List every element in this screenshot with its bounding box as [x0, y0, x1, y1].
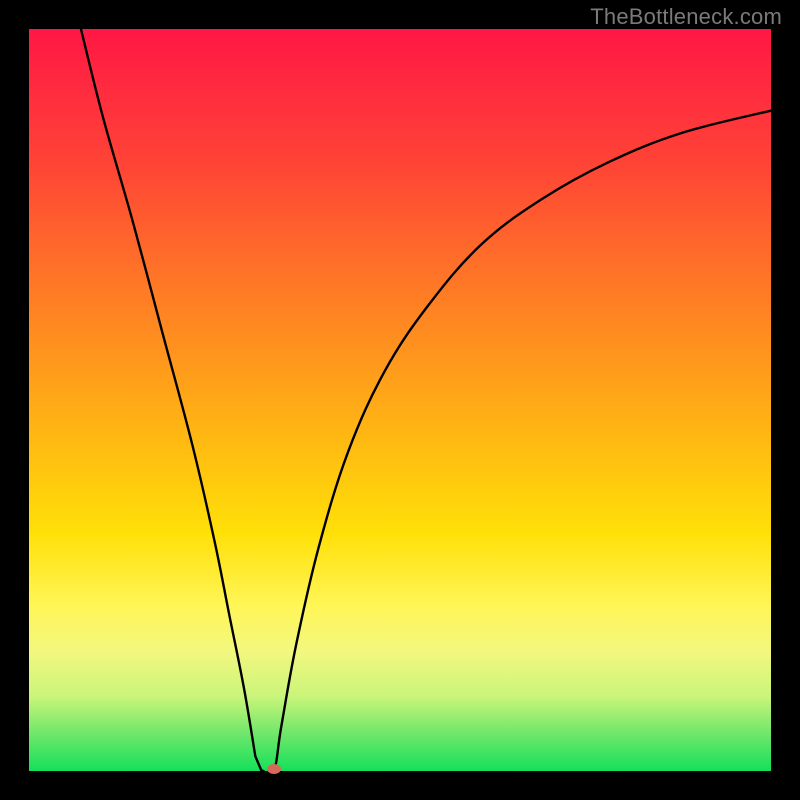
watermark-text: TheBottleneck.com: [590, 4, 782, 30]
chart-frame: TheBottleneck.com: [0, 0, 800, 800]
curve-path: [81, 29, 771, 771]
plot-area: [29, 29, 771, 771]
bottleneck-curve: [29, 29, 771, 771]
min-marker: [267, 764, 281, 774]
